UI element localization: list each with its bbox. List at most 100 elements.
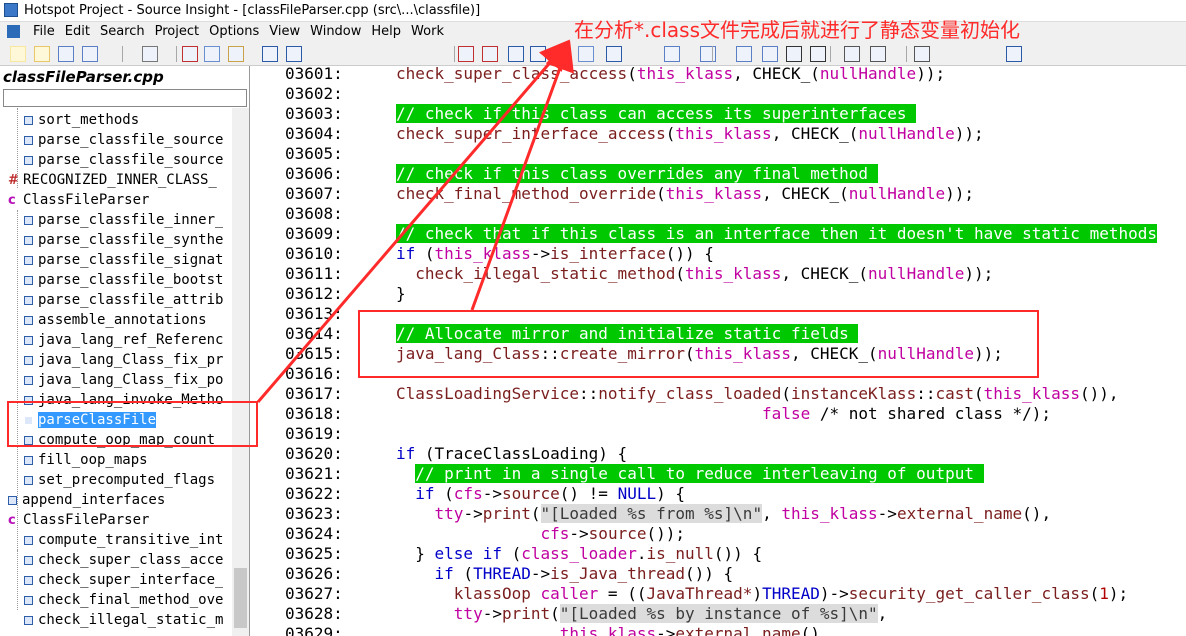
symbol-search-input[interactable] xyxy=(3,89,247,107)
menu-options[interactable]: Options xyxy=(204,24,264,39)
function-icon xyxy=(24,276,33,285)
save-icon[interactable] xyxy=(58,46,74,62)
symbol-item[interactable]: compute_transitive_int xyxy=(24,530,223,550)
jump-icon[interactable] xyxy=(554,46,570,62)
symbol-item[interactable]: c ClassFileParser xyxy=(8,510,149,530)
code-line[interactable]: // check that if this class is an interf… xyxy=(396,224,1157,244)
menu-search[interactable]: Search xyxy=(95,24,150,39)
symbol-item[interactable]: set_precomputed_flags xyxy=(24,470,215,490)
lookup-icon[interactable] xyxy=(786,46,802,62)
bookmark-icon[interactable] xyxy=(458,46,474,62)
code-line[interactable]: // print in a single call to reduce inte… xyxy=(396,464,984,484)
code-line[interactable]: cfs->source()); xyxy=(396,524,686,544)
info-icon[interactable] xyxy=(1006,46,1022,62)
symbol-item[interactable]: check_super_interface_ xyxy=(24,570,223,590)
context-icon[interactable] xyxy=(870,46,886,62)
code-line[interactable]: check_illegal_static_method(this_klass, … xyxy=(396,264,993,284)
document-menu-icon[interactable] xyxy=(7,25,20,38)
symbol-label: check_final_method_ove xyxy=(38,592,224,608)
menu-edit[interactable]: Edit xyxy=(60,24,95,39)
annotation-box-selected-symbol xyxy=(7,401,258,447)
symbol-item[interactable]: append_interfaces xyxy=(8,490,165,510)
menu-work[interactable]: Work xyxy=(406,24,449,39)
code-line[interactable]: false /* not shared class */); xyxy=(396,404,1051,424)
save-all-icon[interactable] xyxy=(82,46,98,62)
symbol-item[interactable]: parse_classfile_source xyxy=(24,130,223,150)
menu-help[interactable]: Help xyxy=(366,24,406,39)
function-icon xyxy=(24,476,33,485)
copy-icon[interactable] xyxy=(204,46,220,62)
code-line[interactable]: ClassLoadingService::notify_class_loaded… xyxy=(396,384,1119,404)
symbol-item[interactable]: # RECOGNIZED_INNER_CLASS_ xyxy=(8,170,217,190)
browse-icon[interactable] xyxy=(606,46,622,62)
code-line[interactable]: this_klass->external_name(), xyxy=(396,624,830,636)
scrollbar-thumb[interactable] xyxy=(234,568,247,628)
symbol-item[interactable]: parse_classfile_synthe xyxy=(24,230,223,250)
symbol-label: assemble_annotations xyxy=(38,312,207,328)
function-icon xyxy=(24,136,33,145)
window-icon[interactable] xyxy=(762,46,778,62)
code-line[interactable]: if (TraceClassLoading) { xyxy=(396,444,627,464)
symbol-item[interactable]: parse_classfile_inner_ xyxy=(24,210,223,230)
symbol-item[interactable]: check_illegal_static_m xyxy=(24,610,223,630)
symbol-item[interactable]: sort_methods xyxy=(24,110,139,130)
code-line[interactable]: if (this_klass->is_interface()) { xyxy=(396,244,714,264)
symbol-item[interactable]: parse_classfile_signat xyxy=(24,250,223,270)
toolbar-separator xyxy=(830,46,831,62)
menu-project[interactable]: Project xyxy=(150,24,204,39)
new-file-icon[interactable] xyxy=(10,46,26,62)
symbol-item[interactable]: parse_classfile_attrib xyxy=(24,290,223,310)
relation-icon[interactable] xyxy=(810,46,826,62)
code-line[interactable]: tty->print("[Loaded %s by instance of %s… xyxy=(396,604,887,624)
sync-icon[interactable] xyxy=(844,46,860,62)
code-line[interactable]: klassOop caller = ((JavaThread*)THREAD)-… xyxy=(396,584,1128,604)
print-icon[interactable] xyxy=(142,46,158,62)
tile-icon[interactable] xyxy=(736,46,752,62)
menu-window[interactable]: Window xyxy=(305,24,366,39)
split-icon[interactable] xyxy=(700,46,716,62)
paste-icon[interactable] xyxy=(228,46,244,62)
forward-icon[interactable] xyxy=(530,46,546,62)
code-line[interactable]: // check if this class overrides any fin… xyxy=(396,164,878,184)
code-line[interactable]: check_super_interface_access(this_klass,… xyxy=(396,124,984,144)
code-line[interactable]: } else if (class_loader.is_null()) { xyxy=(396,544,762,564)
line-number: 03610: xyxy=(285,244,343,263)
code-line[interactable]: if (cfs->source() != NULL) { xyxy=(396,484,685,504)
code-line[interactable]: if (THREAD->is_Java_thread()) { xyxy=(396,564,734,584)
menu-view[interactable]: View xyxy=(264,24,305,39)
menu-file[interactable]: File xyxy=(28,24,60,39)
function-icon xyxy=(24,216,33,225)
line-number: 03628: xyxy=(285,604,343,623)
symbol-item[interactable]: parse_classfile_source xyxy=(24,150,223,170)
symbol-item[interactable]: c ClassFileParser xyxy=(8,190,149,210)
symbol-list-scrollbar[interactable] xyxy=(232,108,249,636)
symbol-item[interactable]: java_lang_ref_Referenc xyxy=(24,330,223,350)
undo-icon[interactable] xyxy=(262,46,278,62)
function-icon xyxy=(24,556,33,565)
line-number: 03608: xyxy=(285,204,343,223)
symbol-window-file-name: classFileParser.cpp xyxy=(3,68,164,86)
app-icon xyxy=(4,3,18,17)
open-icon[interactable] xyxy=(34,46,50,62)
layout-icon[interactable] xyxy=(664,46,680,62)
symbol-window-icon[interactable] xyxy=(578,46,594,62)
symbol-item[interactable]: java_lang_Class_fix_pr xyxy=(24,350,223,370)
symbol-item[interactable]: fill_oop_maps xyxy=(24,450,148,470)
symbol-item[interactable]: check_super_class_acce xyxy=(24,550,223,570)
cut-icon[interactable] xyxy=(182,46,198,62)
toolbar xyxy=(0,42,1186,66)
code-line[interactable]: check_final_method_override(this_klass, … xyxy=(396,184,974,204)
symbol-item[interactable]: java_lang_Class_fix_po xyxy=(24,370,223,390)
code-line[interactable]: check_super_class_access(this_klass, CHE… xyxy=(396,66,945,84)
code-line[interactable]: } xyxy=(396,284,406,304)
project-icon[interactable] xyxy=(914,46,930,62)
redo-icon[interactable] xyxy=(286,46,302,62)
symbol-item[interactable]: parse_classfile_bootst xyxy=(24,270,223,290)
symbol-item[interactable]: assemble_annotations xyxy=(24,310,207,330)
code-line[interactable]: // check if this class can access its su… xyxy=(396,104,917,124)
symbol-list: sort_methods parse_classfile_source parse_… xyxy=(0,108,232,636)
back-icon[interactable] xyxy=(508,46,524,62)
bookmark-next-icon[interactable] xyxy=(482,46,498,62)
symbol-item[interactable]: check_final_method_ove xyxy=(24,590,223,610)
code-line[interactable]: tty->print("[Loaded %s from %s]\n", this… xyxy=(396,504,1051,524)
